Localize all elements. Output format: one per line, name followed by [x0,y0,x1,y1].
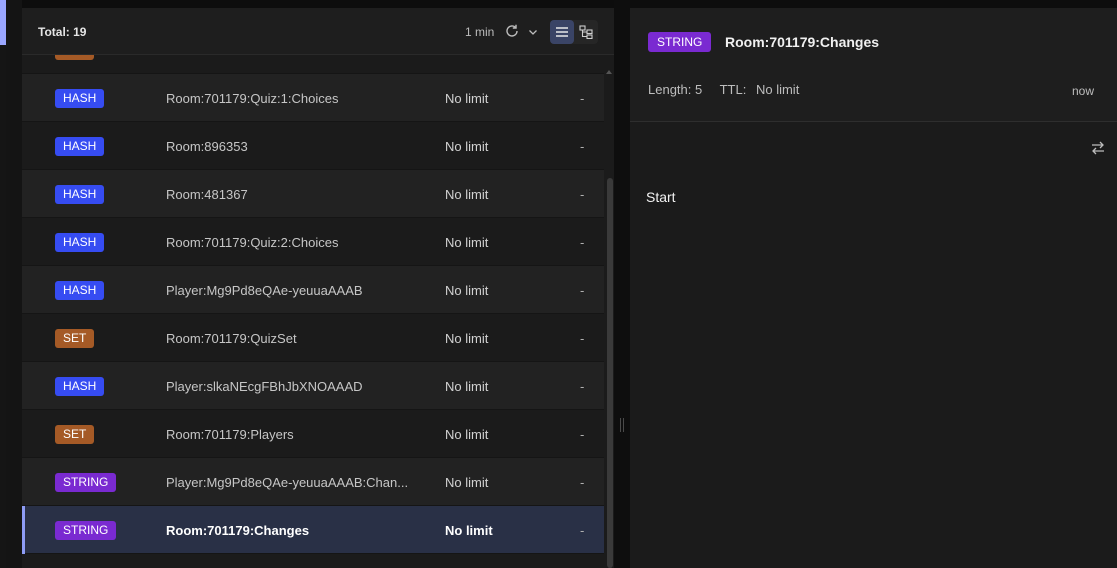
key-type-badge: STRING [55,521,117,540]
key-size: - [580,187,585,202]
key-type-badge: SET [55,329,95,348]
key-size: - [580,91,585,106]
key-list-panel: SETActiveRoomsNo limit-HASHRoom:701179:Q… [22,8,614,568]
key-type-badge: STRING [55,473,117,492]
key-name: Player:slkaNEcgFBhJbXNOAAAD [166,379,363,394]
key-type-badge: HASH [55,89,105,108]
ttl-label: TTL: [719,82,747,97]
key-name: Room:701179:Quiz:2:Choices [166,235,339,250]
key-name: Player:Mg9Pd8eQAe-yeuuaAAAB:Chan... [166,475,409,490]
key-row[interactable]: HASH Room:896353 No limit - [22,122,604,170]
key-type-badge: HASH [55,233,105,252]
key-name: Room:701179:QuizSet [166,331,297,346]
key-row[interactable]: HASH Room:701179:Quiz:1:Choices No limit - [22,74,604,122]
key-row[interactable]: SET Room:701179:Players No limit - [22,410,604,458]
key-row[interactable]: HASH Player:Mg9Pd8eQAe-yeuuaAAAB No limit - [22,266,604,314]
key-type-badge: HASH [55,377,105,396]
key-type-badge: HASH [55,137,105,156]
key-type-badge: STRING [648,32,712,52]
refresh-interval: 1 min [465,25,495,39]
key-name: Room:481367 [166,187,248,202]
key-row[interactable]: HASH Player:slkaNEcgFBhJbXNOAAAD No limit - [22,362,604,410]
sidebar-background [6,0,22,568]
key-row[interactable]: STRING Player:Mg9Pd8eQAe-yeuuaAAAB:Chan..… [22,458,604,506]
key-row[interactable]: HASH Room:701179:Quiz:2:Choices No limit - [22,218,604,266]
key-list: SETActiveRoomsNo limit-HASHRoom:701179:Q… [22,26,604,554]
key-ttl: No limit [445,91,489,106]
key-detail-panel: STRING Room:701179:Changes Length: 5 TTL… [630,8,1117,568]
scroll-up-arrow-icon[interactable] [605,68,613,76]
list-view-button[interactable] [550,20,574,44]
key-row[interactable]: SET Room:701179:QuizSet No limit - [22,314,604,362]
key-row[interactable]: STRING Room:701179:Changes No limit - [22,506,604,554]
last-refresh-time: now [1072,84,1095,98]
key-type-badge: HASH [55,281,105,300]
key-size: - [580,523,585,538]
key-size: - [580,331,585,346]
selected-indicator [22,506,25,554]
key-ttl: No limit [445,475,489,490]
list-view-icon [556,27,568,37]
key-ttl: No limit [445,235,489,250]
key-size: - [580,235,585,250]
key-type-badge: HASH [55,185,105,204]
key-size: - [580,475,585,490]
key-name-title[interactable]: Room:701179:Changes [725,34,879,50]
resize-handle-icon[interactable] [619,418,625,432]
refresh-icon[interactable] [504,23,520,39]
chevron-down-icon[interactable] [527,26,539,38]
key-metadata: Length: 5 TTL: No limit [648,82,813,97]
key-ttl: No limit [445,139,489,154]
total-count: Total: 19 [38,25,87,39]
key-detail-header: STRING Room:701179:Changes Length: 5 TTL… [630,8,1117,122]
key-name: Room:701179:Quiz:1:Choices [166,91,339,106]
key-list-header: Total: 19 1 min [22,8,614,55]
swap-icon[interactable] [1090,140,1106,156]
key-ttl: No limit [445,427,489,442]
tree-view-icon [579,25,593,39]
key-size: - [580,379,585,394]
key-name: Room:701179:Changes [166,523,310,538]
panel-divider[interactable] [614,0,630,568]
key-ttl: No limit [445,523,493,538]
key-type-badge: SET [55,425,95,444]
key-value[interactable]: Start [646,189,676,205]
tree-view-button[interactable] [574,20,598,44]
key-name: Room:701179:Players [166,427,294,442]
key-ttl: No limit [445,331,489,346]
key-length: Length: 5 [648,82,703,97]
view-toggle [550,20,598,44]
key-ttl: No limit [445,379,489,394]
scrollbar-thumb[interactable] [607,178,613,568]
ttl-value[interactable]: No limit [756,82,799,97]
key-name: Player:Mg9Pd8eQAe-yeuuaAAAB [166,283,363,298]
key-size: - [580,139,585,154]
key-name: Room:896353 [166,139,248,154]
key-ttl: No limit [445,283,489,298]
key-size: - [580,427,585,442]
key-row[interactable]: HASH Room:481367 No limit - [22,170,604,218]
app-sidebar-edge [0,0,22,568]
key-ttl: No limit [445,187,489,202]
key-size: - [580,283,585,298]
